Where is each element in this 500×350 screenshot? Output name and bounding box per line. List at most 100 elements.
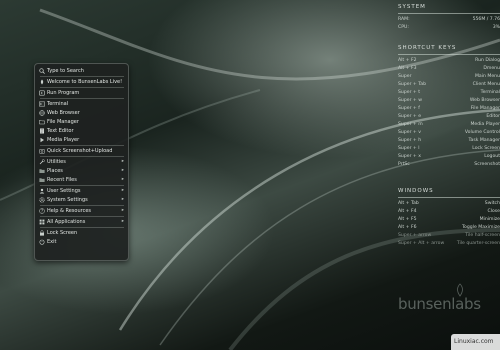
submenu-arrow-icon: ▸ [121, 197, 124, 202]
shortcut-key: Super + e [398, 114, 422, 119]
help-resources-label: Help & Resources [47, 208, 92, 214]
utilities-item[interactable]: Utilities ▸ [38, 158, 126, 166]
shortcut-row: Super + l Lock Screen [398, 146, 500, 153]
submenu-arrow-icon: ▸ [121, 219, 124, 224]
exit-item[interactable]: Exit [38, 238, 126, 246]
media-player-item[interactable]: Media Player [38, 136, 126, 144]
shortcut-row: Alt + F5 Minimize [398, 217, 500, 224]
separator [40, 145, 124, 146]
run-program-item[interactable]: Run Program [38, 89, 126, 97]
shortcut-action: Screenshot [474, 162, 500, 167]
shortcut-key: Super + h [398, 138, 422, 143]
text-editor-label: Text Editor [47, 128, 74, 134]
exit-label: Exit [47, 239, 57, 245]
separator [40, 216, 124, 217]
root-menu: Type to Search Welcome to BunsenLabs Liv… [34, 63, 129, 261]
shortcut-row: Super + x Logout [398, 154, 500, 161]
svg-text:?: ? [41, 209, 43, 214]
quick-screenshot-label: Quick Screenshot+Upload [47, 148, 113, 154]
help-resources-item[interactable]: ? Help & Resources ▸ [38, 207, 126, 215]
folder-icon [39, 119, 45, 125]
shortcut-row: Super + m Media Player [398, 122, 500, 129]
cpu-row: CPU: 3% [398, 25, 500, 32]
shortcut-row: Alt + F6 Toggle Maximize [398, 225, 500, 232]
all-applications-item[interactable]: All Applications ▸ [38, 218, 126, 226]
terminal-label: Terminal [47, 101, 69, 107]
shortcut-key: Super + x [398, 154, 421, 159]
camera-icon [39, 148, 45, 154]
gear-icon [39, 197, 45, 203]
shortcut-row: Alt + F4 Close [398, 209, 500, 216]
terminal-item[interactable]: Terminal [38, 100, 126, 108]
file-manager-item[interactable]: File Manager [38, 118, 126, 126]
shortcut-row: Super + Alt + arrow Tile quarter-screen [398, 241, 500, 248]
shortcut-action: Dmenu [483, 66, 500, 71]
bunsenlabs-flame-icon [39, 79, 45, 85]
web-browser-label: Web Browser [47, 110, 80, 116]
shortcut-action: Toggle Maximize [462, 225, 500, 230]
user-settings-icon [39, 188, 45, 194]
shortcut-key: PrtSc [398, 162, 410, 167]
help-icon: ? [39, 208, 45, 214]
terminal-icon [39, 101, 45, 107]
shortcut-key: Super [398, 74, 412, 79]
welcome-label: Welcome to BunsenLabs Live! [47, 79, 123, 85]
submenu-arrow-icon: ▸ [121, 177, 124, 182]
lock-screen-item[interactable]: Lock Screen [38, 229, 126, 237]
separator [40, 205, 124, 206]
shortcut-action: Web Browser [469, 98, 500, 103]
shortcut-key: Alt + Tab [398, 201, 419, 206]
cpu-value: 3% [492, 25, 500, 30]
media-player-icon [39, 137, 45, 143]
places-item[interactable]: Places ▸ [38, 167, 126, 175]
shortcut-row: Alt + Tab Switch [398, 201, 500, 208]
recent-files-icon [39, 177, 45, 183]
run-icon [39, 90, 45, 96]
system-settings-label: System Settings [47, 197, 88, 203]
shortcut-key: Alt + F3 [398, 66, 417, 71]
shortcut-action: Switch [484, 201, 500, 206]
system-settings-item[interactable]: System Settings ▸ [38, 196, 126, 204]
shortcut-row: Super + w Web Browser [398, 98, 500, 105]
ram-label: RAM: [398, 17, 410, 22]
media-player-label: Media Player [47, 137, 80, 143]
separator [40, 76, 124, 77]
shortcut-action: Editor [486, 114, 500, 119]
separator [40, 185, 124, 186]
web-browser-item[interactable]: Web Browser [38, 109, 126, 117]
shortcut-key: Super + Tab [398, 82, 427, 87]
shortcut-action: Run Dialog [475, 58, 500, 63]
divider [398, 197, 500, 198]
shortcut-key: Alt + F2 [398, 58, 417, 63]
shortcut-row: Super + e Editor [398, 114, 500, 121]
shortcut-key: Alt + F6 [398, 225, 417, 230]
search-icon [39, 68, 45, 74]
utilities-icon [39, 159, 45, 165]
shortcut-key: Super + t [398, 90, 421, 95]
shortcut-action: Terminal [480, 90, 500, 95]
shortcut-row: Super + v Volume Control [398, 130, 500, 137]
text-editor-icon [39, 128, 45, 134]
shortcut-action: Client Menu [472, 82, 500, 87]
user-settings-item[interactable]: User Settings ▸ [38, 187, 126, 195]
shortcut-key: Alt + F5 [398, 217, 417, 222]
search-label: Type to Search [47, 68, 84, 74]
ram-value: 556M / 7.76 [472, 17, 500, 22]
separator [40, 156, 124, 157]
shortcut-action: File Manager [470, 106, 500, 111]
shortcut-action: Media Player [470, 122, 500, 127]
places-label: Places [47, 168, 63, 174]
shortcut-key: Alt + F4 [398, 209, 417, 214]
shortcut-key: Super + arrow [398, 233, 432, 238]
recent-files-item[interactable]: Recent Files ▸ [38, 176, 126, 184]
shortcut-row: Alt + F2 Run Dialog [398, 58, 500, 65]
welcome-item[interactable]: Welcome to BunsenLabs Live! [38, 78, 126, 86]
divider [398, 13, 500, 14]
text-editor-item[interactable]: Text Editor [38, 127, 126, 135]
shortcut-action: Main Menu [474, 74, 500, 79]
search-item[interactable]: Type to Search [38, 67, 126, 75]
separator [40, 227, 124, 228]
quick-screenshot-item[interactable]: Quick Screenshot+Upload [38, 147, 126, 155]
shortcut-row: Super + Tab Client Menu [398, 82, 500, 89]
submenu-arrow-icon: ▸ [121, 188, 124, 193]
